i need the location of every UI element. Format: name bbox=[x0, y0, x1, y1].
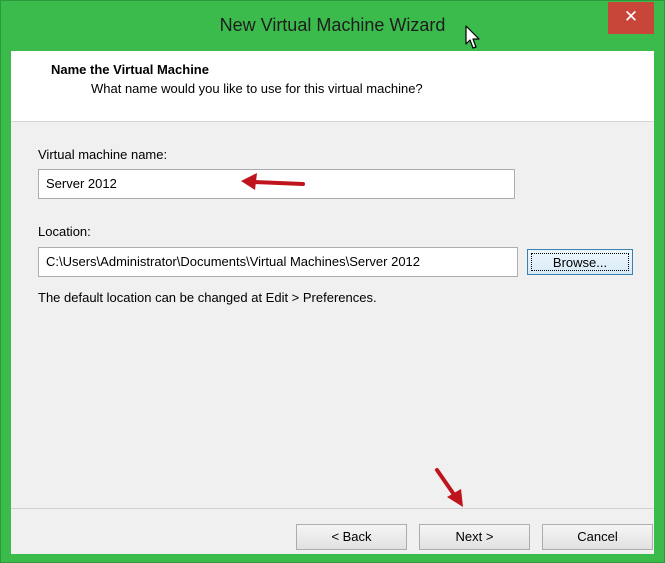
name-arrow-icon bbox=[241, 173, 305, 190]
close-button[interactable]: ✕ bbox=[608, 2, 654, 34]
title-bar[interactable]: New Virtual Machine Wizard ✕ bbox=[1, 1, 664, 51]
cancel-button[interactable]: Cancel bbox=[542, 524, 653, 550]
vm-name-label: Virtual machine name: bbox=[38, 147, 168, 162]
footer-divider bbox=[11, 508, 654, 509]
wizard-content: Name the Virtual Machine What name would… bbox=[11, 51, 654, 554]
location-input[interactable]: C:\Users\Administrator\Documents\Virtual… bbox=[38, 247, 518, 277]
page-title: Name the Virtual Machine bbox=[51, 62, 209, 77]
wizard-window: New Virtual Machine Wizard ✕ Name the Vi… bbox=[0, 0, 665, 563]
next-arrow-icon bbox=[435, 468, 463, 507]
browse-button[interactable]: Browse... bbox=[527, 249, 633, 275]
location-hint: The default location can be changed at E… bbox=[38, 290, 377, 305]
wizard-header: Name the Virtual Machine What name would… bbox=[11, 51, 654, 122]
mouse-cursor-icon bbox=[465, 25, 480, 49]
page-subtitle: What name would you like to use for this… bbox=[91, 81, 423, 96]
window-title: New Virtual Machine Wizard bbox=[219, 15, 446, 35]
back-button[interactable]: < Back bbox=[296, 524, 407, 550]
location-label: Location: bbox=[38, 224, 91, 239]
close-icon: ✕ bbox=[623, 7, 639, 26]
browse-label: Browse... bbox=[531, 253, 629, 271]
next-button[interactable]: Next > bbox=[419, 524, 530, 550]
